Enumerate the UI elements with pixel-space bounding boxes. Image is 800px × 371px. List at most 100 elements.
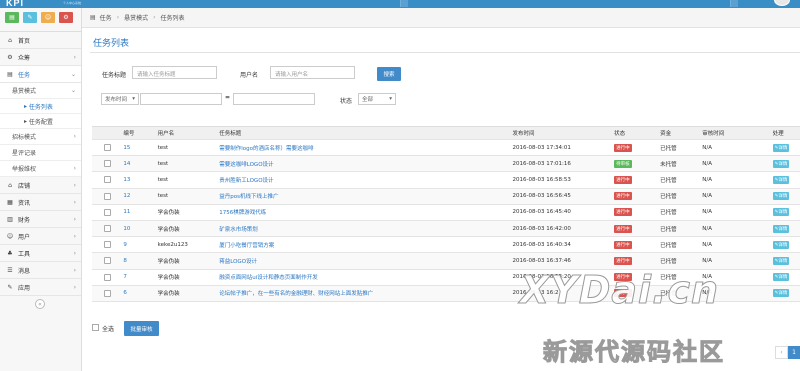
row-title-link[interactable]: 融资点面网站ui设计和静态页面制作开发 <box>217 273 510 281</box>
row-checkbox[interactable] <box>104 225 112 233</box>
row-time: 2016-08-03 16:40:34 <box>512 241 571 248</box>
row-checkbox[interactable] <box>104 144 112 152</box>
divider <box>90 52 800 53</box>
notification-icon[interactable] <box>730 0 738 7</box>
status-badge: 进行中 <box>614 240 632 249</box>
user-label: 用户名 <box>240 72 259 79</box>
detail-button[interactable]: ✎详情 <box>772 273 790 282</box>
row-title-link[interactable]: 厦门小吃餐厅营销方案 <box>217 241 510 249</box>
chart-icon[interactable]: ▤ <box>5 12 19 23</box>
detail-button[interactable]: ✎详情 <box>772 289 790 298</box>
row-id[interactable]: 7 <box>121 274 155 280</box>
sidebar-item-report[interactable]: 举报维权 › <box>0 161 81 177</box>
menu-toggle-icon[interactable] <box>400 0 408 7</box>
row-checkbox[interactable] <box>104 273 112 281</box>
row-title-link[interactable]: 论坛帖子推广，在一些有名的金融理财、财经网站上面发贴推广 <box>217 289 510 297</box>
row-checkbox[interactable] <box>104 289 112 297</box>
row-checkbox[interactable] <box>104 241 112 249</box>
sidebar-item-home[interactable]: ⌂ 首页 <box>0 32 81 49</box>
row-id[interactable]: 10 <box>121 226 155 232</box>
detail-button[interactable]: ✎详情 <box>772 240 790 249</box>
sidebar-item-message[interactable]: ☰ 消息 › <box>0 262 81 279</box>
row-title-link[interactable]: 需要制作logo的酒店名称）需要这咖啡 <box>217 144 510 152</box>
page-title: 任务列表 <box>93 39 130 49</box>
row-title-link[interactable]: 蒋益LOGO设计 <box>217 257 510 265</box>
detail-button[interactable]: ✎详情 <box>772 256 790 265</box>
start-date-input[interactable] <box>140 93 222 105</box>
row-title-link[interactable]: 贵州胜新工LOGO设计 <box>217 176 510 184</box>
row-fund: 已托管 <box>660 145 677 152</box>
row-id[interactable]: 14 <box>121 161 155 167</box>
batch-audit-button[interactable]: 批量审核 <box>124 321 159 336</box>
sidebar-item-reward-mode[interactable]: 悬赏模式 ⌄ <box>0 83 81 99</box>
users-icon[interactable]: ☺ <box>41 12 55 23</box>
col-time: 发布时间 <box>512 131 535 137</box>
pagination-page[interactable]: 1 <box>788 346 800 359</box>
row-time: 2016-08-03 16:37:46 <box>512 257 571 264</box>
row-checkbox[interactable] <box>104 176 112 184</box>
title-label: 任务标题 <box>102 72 127 79</box>
row-user: 学会伪装 <box>157 226 180 233</box>
sidebar-item-rating[interactable]: 星评记录 <box>0 145 81 161</box>
breadcrumb-item[interactable]: 悬赏模式 <box>124 13 148 22</box>
col-id: 编号 <box>123 131 135 137</box>
row-id[interactable]: 12 <box>121 193 155 199</box>
sidebar: ▤ ✎ ☺ ⚙ ⌂ 首页 ⚙ 众筹 › ▤ 任务 ⌄ 悬赏模式 ⌄ ▸ 任务列表 ▸ 任务配… <box>0 8 82 371</box>
row-checkbox[interactable] <box>104 192 112 200</box>
pencil-icon[interactable]: ✎ <box>23 12 37 23</box>
row-audit-time: N/A <box>702 160 712 167</box>
row-checkbox[interactable] <box>104 208 112 216</box>
row-id[interactable]: 6 <box>121 290 155 296</box>
row-fund: 已托管 <box>660 194 677 201</box>
row-title-link[interactable]: 矿泉水市场策划 <box>217 225 510 233</box>
row-id[interactable]: 8 <box>121 258 155 264</box>
sidebar-item-app[interactable]: ✎ 应用 › <box>0 279 81 296</box>
user-search-input[interactable]: 请输入用户名 <box>270 66 355 79</box>
sidebar-item-info[interactable]: ▦ 资讯 › <box>0 194 81 211</box>
end-date-input[interactable] <box>233 93 315 105</box>
row-time: 2016-08-03 16:45:40 <box>512 209 571 216</box>
row-id[interactable]: 11 <box>121 209 155 215</box>
sidebar-item-task-list[interactable]: ▸ 任务列表 <box>0 99 81 114</box>
cog-icon[interactable]: ⚙ <box>59 12 73 23</box>
search-button[interactable]: 搜索 <box>377 67 401 81</box>
time-type-select[interactable]: 发布时间 ▾ <box>101 93 139 105</box>
row-user: test <box>157 160 169 167</box>
table-row: 10 学会伪装 矿泉水市场策划 2016-08-03 16:42:00 进行中 已托管 N/… <box>92 220 800 238</box>
home-icon: ▤ <box>90 14 96 21</box>
title-search-input[interactable]: 请输入任务标题 <box>132 66 217 79</box>
row-id[interactable]: 15 <box>121 145 155 151</box>
sidebar-item-crowd[interactable]: ⚙ 众筹 › <box>0 49 81 66</box>
row-checkbox[interactable] <box>104 257 112 265</box>
select-all-checkbox[interactable] <box>92 324 99 331</box>
row-title-link[interactable]: 需要这咖啡LOGO设计 <box>217 160 510 168</box>
detail-button[interactable]: ✎详情 <box>772 159 790 168</box>
row-title-link[interactable]: 益丹pos机线下线上推广 <box>217 192 510 200</box>
detail-button[interactable]: ✎详情 <box>772 192 790 201</box>
pagination-prev[interactable]: ‹ <box>775 346 788 359</box>
detail-button[interactable]: ✎详情 <box>772 175 790 184</box>
row-title-link[interactable]: 1756棋牌游戏代练 <box>217 208 510 216</box>
table-row: 9 keke2u123 厦门小吃餐厅营销方案 2016-08-03 16:40:34 进… <box>92 237 800 254</box>
detail-button[interactable]: ✎详情 <box>772 208 790 217</box>
row-checkbox[interactable] <box>104 160 112 168</box>
detail-button[interactable]: ✎详情 <box>772 143 790 152</box>
sidebar-item-bid-mode[interactable]: 招标模式 › <box>0 129 81 145</box>
sidebar-item-tools[interactable]: ♣ 工具 › <box>0 245 81 262</box>
status-select[interactable]: 全部 ▾ <box>358 93 396 105</box>
avatar[interactable] <box>774 0 790 6</box>
status-badge: 进行中 <box>614 208 632 217</box>
sidebar-item-finance[interactable]: ▥ 财务 › <box>0 211 81 228</box>
row-user: test <box>157 144 169 151</box>
row-id[interactable]: 9 <box>121 242 155 248</box>
detail-button[interactable]: ✎详情 <box>772 224 790 233</box>
row-id[interactable]: 13 <box>121 177 155 183</box>
chevron-right-icon: › <box>73 165 76 172</box>
breadcrumb-item[interactable]: 任务 <box>100 13 112 22</box>
collapse-sidebar-icon[interactable]: « <box>35 299 45 309</box>
col-fund: 资金 <box>660 131 672 137</box>
sidebar-item-user[interactable]: ☺ 用户 › <box>0 228 81 245</box>
sidebar-item-task[interactable]: ▤ 任务 ⌄ <box>0 66 81 83</box>
sidebar-item-shop[interactable]: ⌂ 店铺 › <box>0 177 81 194</box>
sidebar-item-task-config[interactable]: ▸ 任务配置 <box>0 114 81 129</box>
